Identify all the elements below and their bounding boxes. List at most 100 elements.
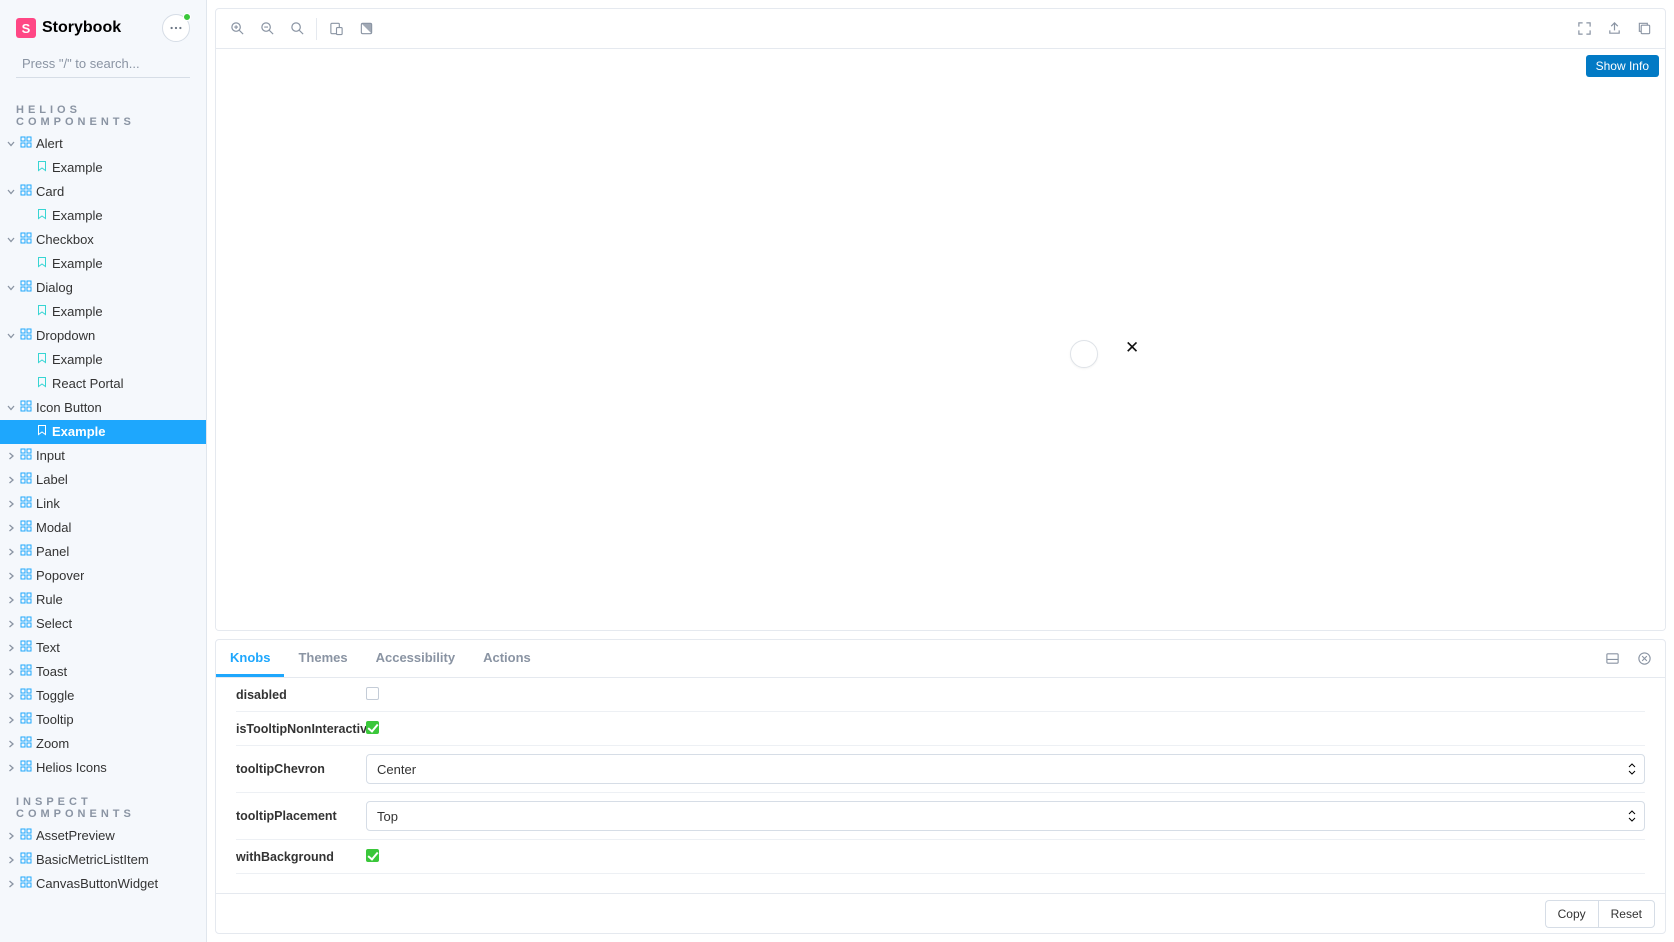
section-title-inspect: INSPECT COMPONENTS [0,780,206,824]
component-icon [20,615,32,633]
sidebar-item-label: Input [36,447,65,465]
expander-icon [6,716,16,724]
zoom-reset-button[interactable] [282,14,312,44]
sidebar-item-component[interactable]: Label [0,468,206,492]
addon-tab[interactable]: Actions [469,640,545,677]
story-icon [36,375,48,393]
addon-tab[interactable]: Accessibility [362,640,470,677]
sidebar-item-story[interactable]: Example [0,156,206,180]
story-icon [36,255,48,273]
sidebar-item-component[interactable]: Text [0,636,206,660]
addon-tab[interactable]: Knobs [216,640,284,677]
sidebar-item-component[interactable]: BasicMetricListItem [0,848,206,872]
component-icon [20,183,32,201]
sidebar-item-story[interactable]: Example [0,204,206,228]
sidebar-item-component[interactable]: Card [0,180,206,204]
sidebar-item-component[interactable]: AssetPreview [0,824,206,848]
sidebar-item-label: Link [36,495,60,513]
component-icon [20,447,32,465]
knob-checkbox[interactable] [366,687,379,700]
expander-icon [6,764,16,772]
sidebar-item-component[interactable]: Helios Icons [0,756,206,780]
toolbar-separator [316,18,317,40]
zoom-in-button[interactable] [222,14,252,44]
sidebar-item-label: Rule [36,591,63,609]
sidebar-item-label: Example [52,255,103,273]
sidebar-item-story[interactable]: React Portal [0,372,206,396]
sidebar-item-label: Example [52,303,103,321]
knob-label: isTooltipNonInteractive [236,722,366,736]
sidebar-item-component[interactable]: Modal [0,516,206,540]
component-icon [20,519,32,537]
sidebar-item-component[interactable]: Toggle [0,684,206,708]
theme-toggle-button[interactable] [351,14,381,44]
copy-link-button[interactable] [1629,14,1659,44]
knob-checkbox[interactable] [366,849,379,862]
sidebar-item-component[interactable]: Toast [0,660,206,684]
sidebar-item-component[interactable]: Link [0,492,206,516]
component-icon [20,851,32,869]
sidebar-item-component[interactable]: CanvasButtonWidget [0,872,206,896]
sidebar-item-component[interactable]: Rule [0,588,206,612]
component-icon [20,663,32,681]
search-input[interactable] [22,56,198,71]
sidebar-item-story[interactable]: Example [0,348,206,372]
component-icon [20,735,32,753]
preview-toolbar [216,9,1665,49]
sidebar-item-component[interactable]: Tooltip [0,708,206,732]
sidebar-item-label: Card [36,183,64,201]
knob-select[interactable]: Top [366,801,1645,831]
viewport-button[interactable] [321,14,351,44]
sidebar-item-component[interactable]: Icon Button [0,396,206,420]
show-info-button[interactable]: Show Info [1586,55,1659,77]
sidebar-item-component[interactable]: Panel [0,540,206,564]
component-icon [20,399,32,417]
story-icon [36,351,48,369]
panel-position-button[interactable] [1597,644,1627,674]
sidebar-item-label: Icon Button [36,399,102,417]
component-icon [20,827,32,845]
component-icon [20,567,32,585]
icon-button-preview[interactable] [1070,340,1098,368]
zoom-out-button[interactable] [252,14,282,44]
open-new-tab-button[interactable] [1599,14,1629,44]
sidebar-item-story[interactable]: Example [0,420,206,444]
knob-row: tooltipPlacementTop [236,793,1645,840]
sidebar-item-component[interactable]: Alert [0,132,206,156]
component-icon [20,543,32,561]
sidebar-item-label: Toggle [36,687,74,705]
sidebar-item-component[interactable]: Zoom [0,732,206,756]
addon-tab[interactable]: Themes [284,640,361,677]
knob-label: disabled [236,688,366,702]
sidebar-item-label: Example [52,423,105,441]
fullscreen-button[interactable] [1569,14,1599,44]
story-icon [36,423,48,441]
sidebar-tree[interactable]: HELIOS COMPONENTS AlertExampleCardExampl… [0,88,206,942]
copy-button[interactable]: Copy [1545,900,1598,928]
reset-button[interactable]: Reset [1598,900,1655,928]
sidebar-item-label: Dialog [36,279,73,297]
knob-select[interactable]: Center [366,754,1645,784]
addon-footer: Copy Reset [216,893,1665,933]
sidebar-item-component[interactable]: Dropdown [0,324,206,348]
close-panel-button[interactable] [1629,644,1659,674]
sidebar-item-label: Helios Icons [36,759,107,777]
search-input-wrap[interactable] [16,52,190,78]
knob-checkbox[interactable] [366,721,379,734]
sidebar-item-component[interactable]: Checkbox [0,228,206,252]
brand-logo[interactable]: S Storybook [16,18,121,38]
sidebar-item-component[interactable]: Input [0,444,206,468]
knob-row: disabled [236,678,1645,712]
sidebar-item-label: Dropdown [36,327,95,345]
sidebar-item-component[interactable]: Popover [0,564,206,588]
preview-canvas: Show Info ✕ [216,49,1665,630]
expander-icon [6,236,16,244]
component-icon [20,711,32,729]
sidebar-item-component[interactable]: Dialog [0,276,206,300]
sidebar-item-story[interactable]: Example [0,300,206,324]
close-icon[interactable]: ✕ [1125,339,1139,356]
sidebar-menu-button[interactable] [162,14,190,42]
sidebar-item-component[interactable]: Select [0,612,206,636]
expander-icon [6,332,16,340]
sidebar-item-story[interactable]: Example [0,252,206,276]
